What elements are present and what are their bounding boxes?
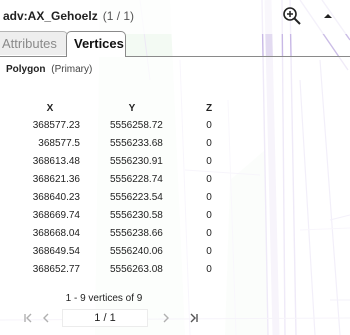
- column-header-z: Z: [205, 102, 213, 114]
- previous-page-icon: [43, 313, 49, 323]
- panel-header: adv:AX_Gehoelz (1 / 1): [0, 0, 350, 34]
- cell-y: 5556230.91: [110, 155, 163, 167]
- table-row[interactable]: 368640.23 5556223.54 0: [20, 188, 234, 206]
- cell-z: 0: [206, 173, 212, 185]
- cell-y: 5556223.54: [110, 191, 163, 203]
- first-page-button[interactable]: [19, 309, 37, 327]
- tab-vertices[interactable]: Vertices: [66, 31, 126, 57]
- cell-x: 368613.48: [32, 155, 80, 167]
- table-row[interactable]: 368668.04 5556238.66 0: [20, 224, 234, 242]
- table-row[interactable]: 368669.74 5556230.58 0: [20, 206, 234, 224]
- collapse-panel-button[interactable]: [318, 6, 338, 26]
- geometry-role: (Primary): [51, 64, 93, 75]
- table-header-row: X Y Z: [20, 100, 234, 116]
- cell-z: 0: [206, 191, 212, 203]
- cell-y: 5556228.74: [110, 173, 163, 185]
- cell-y: 5556263.08: [110, 263, 163, 275]
- cell-y: 5556233.68: [110, 137, 163, 149]
- feature-count: (1 / 1): [102, 9, 135, 23]
- cell-y: 5556238.66: [110, 227, 163, 239]
- cell-x: 368669.74: [32, 209, 80, 221]
- pager: 1 / 1: [0, 309, 220, 329]
- column-header-x: X: [46, 102, 54, 114]
- page-indicator[interactable]: 1 / 1: [62, 309, 148, 327]
- cell-z: 0: [206, 227, 212, 239]
- cell-z: 0: [206, 119, 212, 131]
- next-page-icon: [163, 313, 169, 323]
- table-row[interactable]: 368621.36 5556228.74 0: [20, 170, 234, 188]
- cell-z: 0: [206, 137, 212, 149]
- cell-z: 0: [206, 155, 212, 167]
- cell-y: 5556240.06: [110, 245, 163, 257]
- cell-z: 0: [206, 245, 212, 257]
- feature-info-panel: adv:AX_Gehoelz (1 / 1) Attributes Vertice…: [0, 0, 350, 335]
- cell-x: 368640.23: [32, 191, 80, 203]
- cell-x: 368621.36: [32, 173, 80, 185]
- feature-name: adv:AX_Gehoelz: [3, 9, 98, 23]
- table-row[interactable]: 368649.54 5556240.06 0: [20, 242, 234, 260]
- cell-x: 368668.04: [32, 227, 80, 239]
- tab-attributes[interactable]: Attributes: [0, 31, 68, 55]
- panel-title: adv:AX_Gehoelz (1 / 1): [3, 9, 134, 23]
- last-page-button[interactable]: [185, 309, 203, 327]
- column-header-y: Y: [128, 102, 136, 114]
- tab-bar: Attributes Vertices: [0, 31, 350, 57]
- cell-z: 0: [206, 209, 212, 221]
- caret-up-icon: [324, 14, 332, 18]
- table-row[interactable]: 368652.77 5556263.08 0: [20, 260, 234, 278]
- first-page-icon: [24, 313, 32, 323]
- previous-page-button[interactable]: [37, 309, 55, 327]
- table-row[interactable]: 368613.48 5556230.91 0: [20, 152, 234, 170]
- cell-x: 368652.77: [32, 263, 80, 275]
- vertices-table: X Y Z 368577.23 5556258.72 0 368577.5 55562…: [20, 100, 234, 278]
- table-row[interactable]: 368577.23 5556258.72 0: [20, 116, 234, 134]
- cell-x: 368577.23: [32, 119, 80, 131]
- geometry-type: Polygon: [6, 64, 46, 75]
- next-page-button[interactable]: [157, 309, 175, 327]
- zoom-to-feature-button[interactable]: [279, 4, 305, 28]
- vertex-count-label: 1 - 9 vertices of 9: [65, 293, 143, 304]
- cell-x: 368649.54: [32, 245, 80, 257]
- zoom-in-icon: [283, 7, 301, 25]
- geometry-label: Polygon (Primary): [6, 64, 92, 75]
- table-row[interactable]: 368577.5 5556233.68 0: [20, 134, 234, 152]
- cell-y: 5556230.58: [110, 209, 163, 221]
- cell-y: 5556258.72: [110, 119, 163, 131]
- cell-x: 368577.5: [38, 137, 80, 149]
- cell-z: 0: [206, 263, 212, 275]
- last-page-icon: [190, 313, 198, 323]
